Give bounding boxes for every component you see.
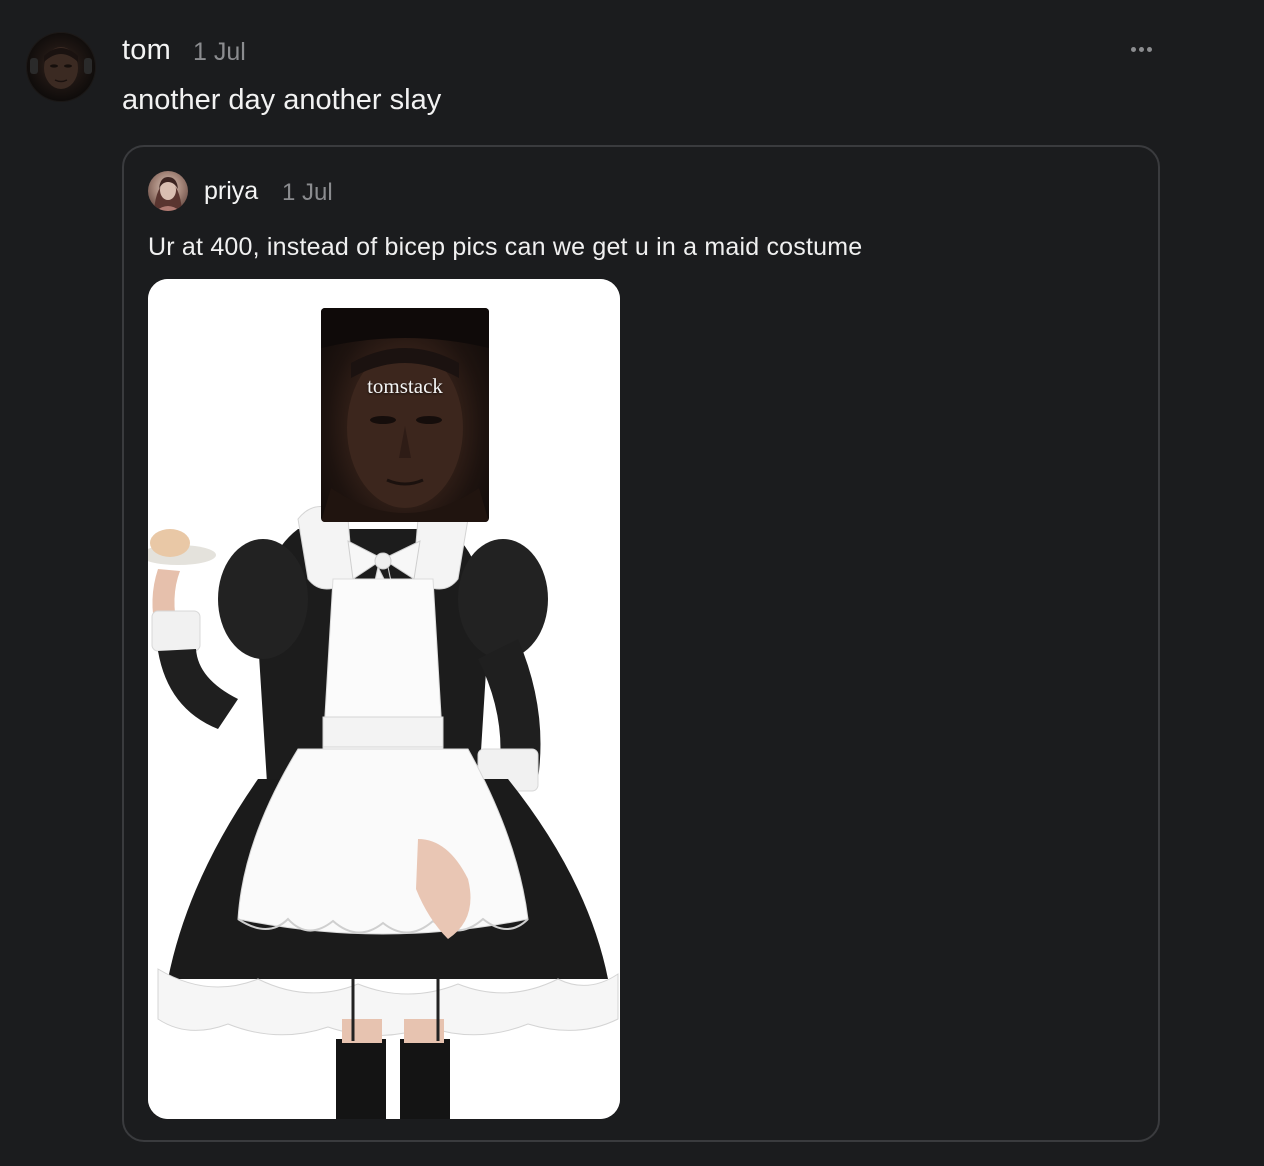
face-overlay-image: tomstack: [321, 308, 489, 522]
quoted-author-avatar[interactable]: [148, 171, 188, 211]
post: tom 1 Jul another day another slay priya…: [0, 0, 1264, 1166]
dot: [1138, 46, 1144, 52]
dot: [1146, 46, 1152, 52]
quoted-post-image[interactable]: tomstack: [148, 279, 620, 1119]
more-options-icon[interactable]: [1124, 38, 1158, 60]
face-image: [321, 308, 489, 522]
image-caption: tomstack: [367, 374, 443, 398]
quoted-post-text: Ur at 400, instead of bicep pics can we …: [148, 233, 863, 261]
avatar-image: [30, 47, 92, 89]
author-name[interactable]: tom: [122, 34, 171, 67]
post-text: another day another slay: [122, 84, 442, 116]
quoted-author-name[interactable]: priya: [204, 177, 258, 206]
quoted-post-date[interactable]: 1 Jul: [282, 179, 333, 207]
author-avatar[interactable]: [26, 32, 96, 102]
quoted-post-card[interactable]: priya 1 Jul Ur at 400, instead of bicep …: [122, 145, 1160, 1142]
avatar-image: [154, 177, 182, 211]
dot: [1130, 46, 1136, 52]
post-date[interactable]: 1 Jul: [193, 38, 246, 67]
